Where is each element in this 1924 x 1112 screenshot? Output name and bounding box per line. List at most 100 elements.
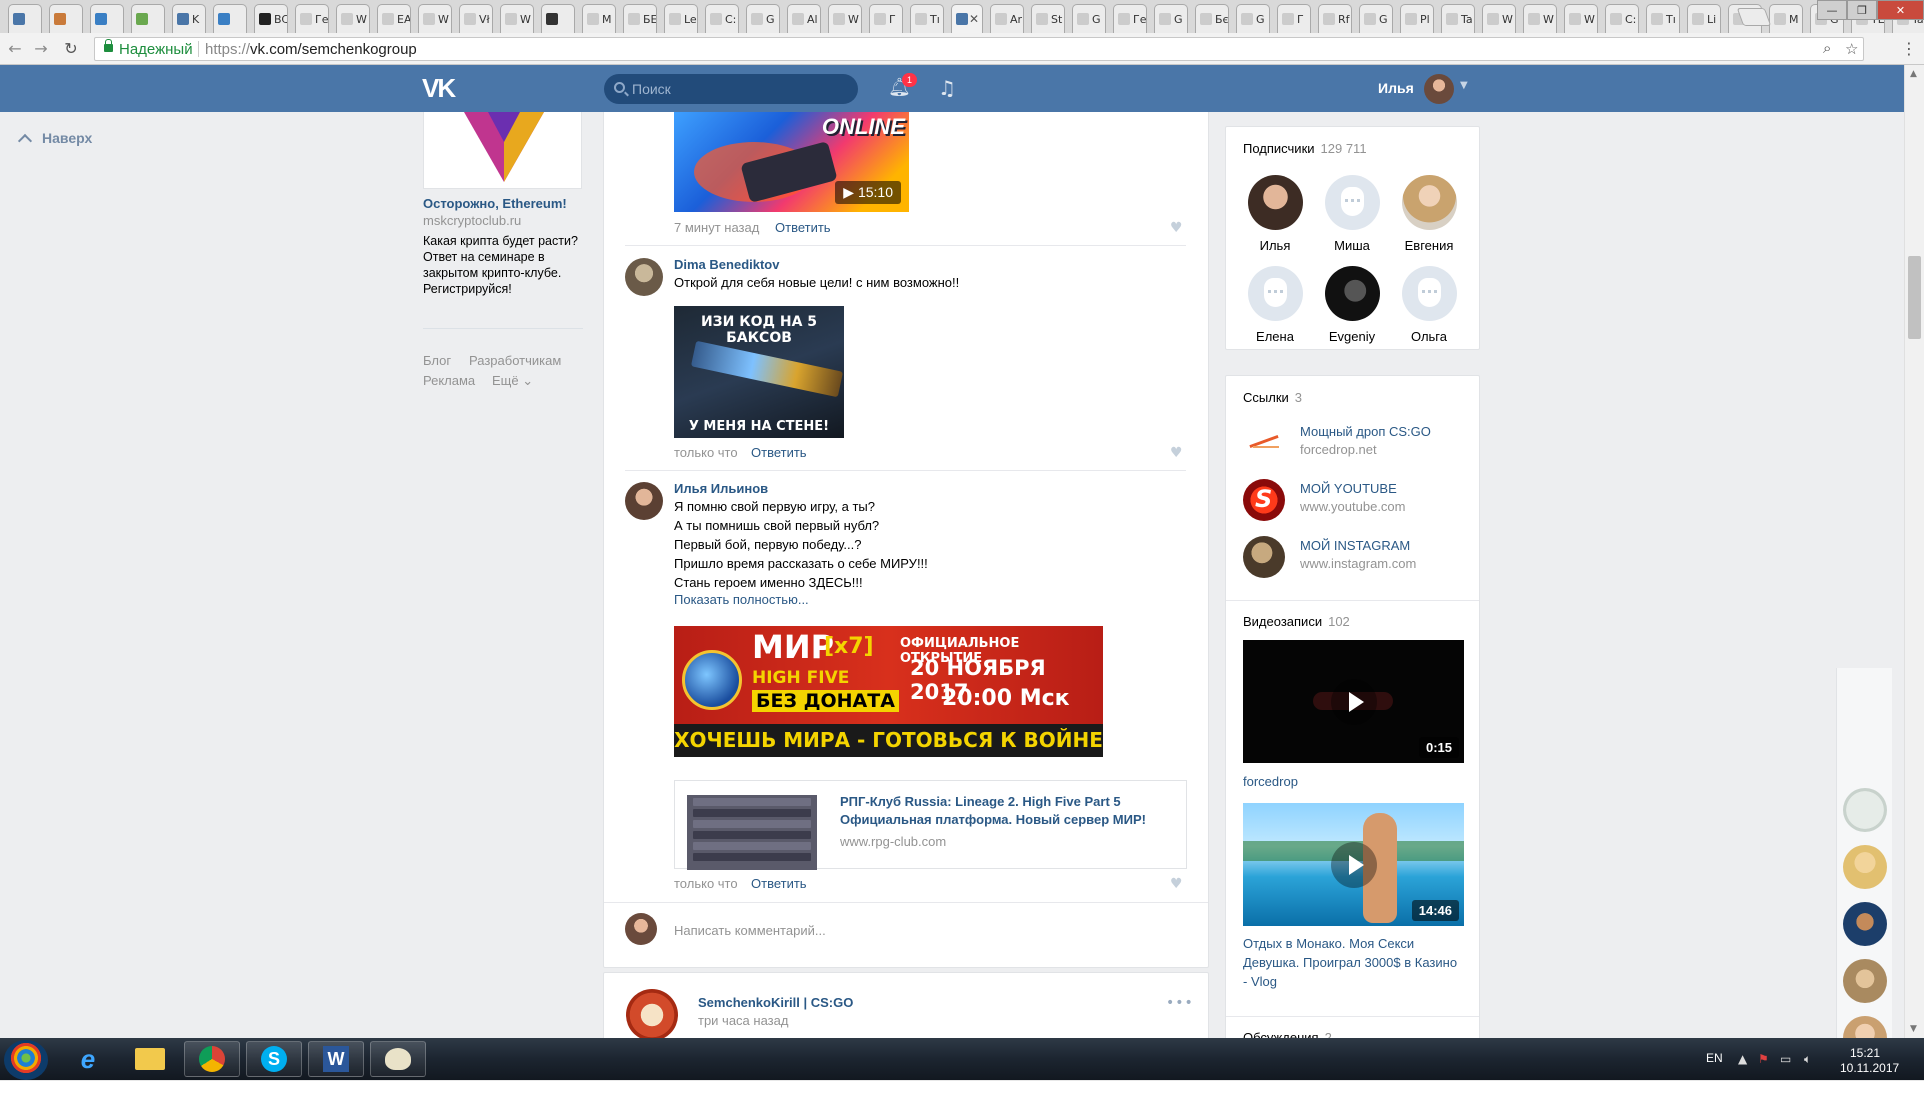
browser-tab[interactable]: [90, 4, 124, 33]
footer-link-developers[interactable]: Разработчикам: [469, 353, 561, 368]
video-title[interactable]: Отдых в Монако. Моя Секси Девушка. Проиг…: [1243, 934, 1464, 991]
browser-tab[interactable]: BC: [254, 4, 288, 33]
browser-tab[interactable]: Tı: [910, 4, 944, 33]
link-snippet-title[interactable]: РПГ-Клуб Russia: Lineage 2. High Five Pa…: [840, 793, 1160, 829]
zoom-icon[interactable]: ⌕: [1823, 40, 1831, 57]
comment-time[interactable]: 7 минут назад: [674, 220, 759, 235]
comment-time[interactable]: только что: [674, 445, 738, 460]
browser-tab[interactable]: W: [336, 4, 370, 33]
file-explorer-icon[interactable]: [122, 1041, 178, 1077]
video-thumbnail[interactable]: 0:15: [1243, 640, 1464, 763]
tab-close-icon[interactable]: ✕: [969, 12, 979, 26]
comment-avatar[interactable]: [625, 482, 663, 520]
show-more-link[interactable]: Показать полностью...: [674, 592, 809, 607]
clock[interactable]: 15:21 10.11.2017: [1840, 1046, 1899, 1076]
browser-tab[interactable]: G: [1236, 4, 1270, 33]
browser-tab[interactable]: M: [582, 4, 616, 33]
browser-tab[interactable]: Ta: [1441, 4, 1475, 33]
chevron-down-icon[interactable]: ▼: [1460, 80, 1468, 91]
online-friend-avatar[interactable]: [1843, 902, 1887, 946]
ad-title[interactable]: Осторожно, Ethereum!: [423, 196, 567, 211]
comment-time[interactable]: только что: [674, 876, 738, 891]
comment-image[interactable]: ИЗИ КОД НА 5 БАКСОВ У МЕНЯ НА СТЕНЕ!: [674, 306, 844, 438]
action-center-flag-icon[interactable]: ⚑: [1758, 1052, 1769, 1066]
subscribers-header[interactable]: Подписчики 129 711: [1243, 141, 1367, 156]
browser-tab[interactable]: Rf: [1318, 4, 1352, 33]
comment-avatar[interactable]: [625, 258, 663, 296]
video-title[interactable]: forcedrop: [1243, 772, 1464, 791]
browser-tab[interactable]: G: [1154, 4, 1188, 33]
post-author-avatar[interactable]: [626, 989, 678, 1038]
back-icon[interactable]: ←: [6, 40, 24, 58]
search-box[interactable]: [604, 74, 858, 104]
network-icon[interactable]: ▭: [1780, 1052, 1791, 1066]
browser-tab[interactable]: [49, 4, 83, 33]
new-tab-button[interactable]: [1736, 8, 1772, 26]
browser-tab[interactable]: W: [1482, 4, 1516, 33]
url-text[interactable]: https://vk.com/semchenkogroup: [205, 41, 417, 58]
ad-image[interactable]: [423, 112, 582, 189]
browser-tab[interactable]: БE: [623, 4, 657, 33]
browser-tab[interactable]: [131, 4, 165, 33]
browser-tab[interactable]: C:: [1605, 4, 1639, 33]
online-friend-avatar[interactable]: [1843, 959, 1887, 1003]
footer-link-blog[interactable]: Блог: [423, 353, 451, 368]
browser-tab[interactable]: W: [418, 4, 452, 33]
post-time[interactable]: три часа назад: [698, 1013, 788, 1028]
like-heart-icon[interactable]: ♥: [1170, 445, 1183, 461]
browser-tab[interactable]: Pl: [1400, 4, 1434, 33]
paint-icon[interactable]: [370, 1041, 426, 1077]
link-item-forcedrop[interactable]: Мощный дроп CS:GO forcedrop.net: [1243, 422, 1468, 470]
comment-input[interactable]: [674, 919, 1094, 941]
footer-link-more[interactable]: Ещё ⌄: [492, 373, 533, 389]
language-indicator[interactable]: EN: [1706, 1051, 1723, 1065]
maximize-button[interactable]: ❐: [1847, 0, 1877, 20]
comment-author[interactable]: Dima Benediktov: [674, 257, 779, 272]
online-friend-avatar[interactable]: [1843, 788, 1887, 832]
internet-explorer-icon[interactable]: e: [60, 1041, 116, 1077]
reply-button[interactable]: Ответить: [775, 220, 831, 235]
browser-tab[interactable]: G: [1072, 4, 1106, 33]
reply-button[interactable]: Ответить: [751, 445, 807, 460]
close-window-button[interactable]: ✕: [1877, 0, 1924, 20]
links-header[interactable]: Ссылки 3: [1243, 390, 1302, 405]
discussions-header[interactable]: Обсуждения 2: [1243, 1030, 1332, 1038]
browser-tab[interactable]: M: [1769, 4, 1803, 33]
browser-tab[interactable]: Г: [1277, 4, 1311, 33]
reply-button[interactable]: Ответить: [751, 876, 807, 891]
browser-tab[interactable]: ✕: [951, 4, 983, 33]
subscriber-evgeniya[interactable]: Евгения: [1394, 175, 1464, 253]
forward-icon[interactable]: →: [32, 40, 50, 58]
browser-tab[interactable]: W: [828, 4, 862, 33]
bookmark-star-icon[interactable]: ☆: [1845, 40, 1858, 58]
footer-link-ads[interactable]: Реклама: [423, 373, 475, 388]
reload-icon[interactable]: ↻: [62, 40, 80, 58]
browser-tab[interactable]: Vł: [459, 4, 493, 33]
comment-video-thumbnail[interactable]: ONLINE ▶ 15:10: [674, 112, 909, 212]
browser-tab[interactable]: G: [1359, 4, 1393, 33]
promo-banner-image[interactable]: МИР [x7] HIGH FIVE БЕЗ ДОНАТА ОФИЦИАЛЬНО…: [674, 626, 1103, 757]
browser-tab[interactable]: C:: [705, 4, 739, 33]
subscriber-misha[interactable]: Миша: [1317, 175, 1387, 253]
browser-tab[interactable]: K: [172, 4, 206, 33]
post-author-name[interactable]: SemchenkoKirill | CS:GO: [698, 995, 853, 1010]
scrollbar-thumb[interactable]: [1908, 256, 1921, 339]
word-icon[interactable]: W: [308, 1041, 364, 1077]
more-options-icon[interactable]: •••: [1166, 995, 1194, 1011]
music-icon[interactable]: ♫: [938, 75, 956, 101]
browser-tab[interactable]: Tı: [1646, 4, 1680, 33]
user-name[interactable]: Илья: [1378, 80, 1414, 96]
browser-tab[interactable]: Li: [1687, 4, 1721, 33]
subscriber-evgeniy[interactable]: Evgeniy: [1317, 266, 1387, 344]
chrome-taskbar-icon[interactable]: [184, 1041, 240, 1077]
browser-tab[interactable]: Г: [869, 4, 903, 33]
browser-tab[interactable]: W: [1523, 4, 1557, 33]
tray-expand-icon[interactable]: ▲: [1738, 1052, 1747, 1066]
scroll-up-arrow-icon[interactable]: ▲: [1910, 69, 1917, 79]
browser-tab[interactable]: [213, 4, 247, 33]
subscriber-olga[interactable]: Ольга: [1394, 266, 1464, 344]
link-item-youtube[interactable]: S МОЙ YOUTUBE www.youtube.com: [1243, 479, 1468, 527]
browser-tab[interactable]: St: [1031, 4, 1065, 33]
browser-tab[interactable]: W: [1564, 4, 1598, 33]
minimize-button[interactable]: —: [1817, 0, 1847, 20]
